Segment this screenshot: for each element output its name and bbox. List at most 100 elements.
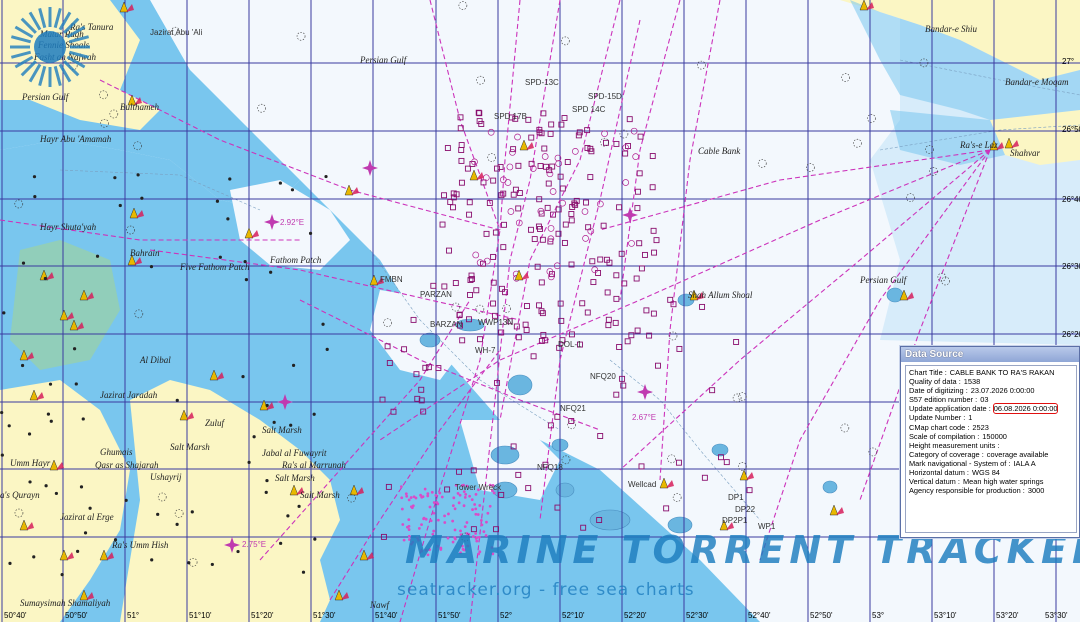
row-value-highlighted: 06.08.2026 0:00:00 xyxy=(992,403,1059,415)
latitude-label: 27° xyxy=(1062,57,1075,66)
row-key: Vertical datum : xyxy=(909,477,960,487)
row-key: Chart Title : xyxy=(909,368,947,377)
row-value: 23.07.2026 0:00:00 xyxy=(970,386,1035,396)
row-value: CABLE BANK TO RA'S RAKAN xyxy=(949,368,1055,377)
place-label-five-fathom: Five Fathom Patch xyxy=(180,262,250,272)
place-label-ras-umm-hish: Ra's Umm Hish xyxy=(112,540,169,550)
place-label-wellcad: Wellcad xyxy=(628,480,657,489)
watermark-sun-logo xyxy=(10,7,90,87)
row-key: Update application date : xyxy=(909,404,991,414)
row-key: Horizontal datum : xyxy=(909,468,969,478)
latitude-label: 26°40' xyxy=(1062,195,1080,204)
watermark-url: seatracker.org - free sea charts xyxy=(397,580,695,600)
place-label-dp22: DP22 xyxy=(735,505,756,514)
place-label-dol-1: DOL-1 xyxy=(558,340,582,349)
place-label-ushayrij: Ushayrij xyxy=(150,472,182,482)
row-key: Update Number : xyxy=(909,413,966,423)
longitude-label: 53°10' xyxy=(934,611,957,620)
place-label-shamaliyah: Sumaysimah Shamaliyah xyxy=(20,598,111,608)
data-source-row: Update application date :06.08.2026 0:00… xyxy=(909,403,1073,415)
row-key: Height measurement units : xyxy=(909,440,1000,450)
row-key: Mark navigational - System of : xyxy=(909,458,1011,468)
place-label-bulthameh: Bulthameh xyxy=(120,102,159,112)
place-label-qurayn: a's Qurayn xyxy=(0,490,40,500)
place-label-dp2p1: DP2P1 xyxy=(722,516,748,525)
longitude-label: 52°50' xyxy=(810,611,833,620)
place-label-nfq18: NFQ18 xyxy=(537,463,563,472)
place-label-jabal-fuwayrit: Jabal al Fuwayrit xyxy=(262,448,327,458)
place-label-tower-wreck: Tower Wreck xyxy=(455,483,502,492)
place-label-erge: Jazirat al Erge xyxy=(60,512,114,522)
data-source-panel[interactable]: Data Source Chart Title : CABLE BANK TO R… xyxy=(900,346,1080,538)
data-source-row: CMap chart code :2523 xyxy=(909,423,1073,432)
row-key: S57 edition number : xyxy=(909,395,978,405)
row-value: 1 xyxy=(968,413,973,423)
place-label-jazirat-jaradah: Jazirat Jaradah xyxy=(100,390,158,400)
row-value: coverage available xyxy=(986,449,1049,459)
place-label-spd-15: SPD-15D xyxy=(588,92,622,101)
data-source-row: Update Number :1 xyxy=(909,413,1073,422)
data-source-row: S57 edition number :03 xyxy=(909,395,1073,404)
data-source-row: Date of digitizing :23.07.2026 0:00:00 xyxy=(909,386,1073,395)
row-key: Quality of data : xyxy=(909,377,961,387)
place-label-spd-17b: SPD 17B xyxy=(494,112,527,121)
row-key: Scale of compilation : xyxy=(909,431,980,441)
data-source-row: Agency responsible for production :3000 xyxy=(909,486,1073,495)
row-value: WGS 84 xyxy=(971,468,1000,478)
place-label-wh-7: WH-7 xyxy=(475,346,496,355)
latitude-label: 26°20' xyxy=(1062,330,1080,339)
row-value: Mean high water springs xyxy=(962,477,1044,487)
place-label-persian-gulf: Persian Gulf xyxy=(860,275,907,285)
row-key: Category of coverage : xyxy=(909,449,984,459)
place-label-ras-marrunah: Ra's al Marrunah xyxy=(282,460,346,470)
longitude-label: 52°30' xyxy=(686,611,709,620)
magnetic-variation-label: 2.92°E xyxy=(280,218,305,227)
longitude-label: 51° xyxy=(127,611,140,620)
place-label-parzan: PARZAN xyxy=(420,290,452,299)
longitude-label: 53°30' xyxy=(1045,611,1068,620)
longitude-label: 50°50' xyxy=(65,611,88,620)
longitude-label: 51°50' xyxy=(438,611,461,620)
place-label-nfq21: NFQ21 xyxy=(560,404,586,413)
place-label-bandar-moqam: Bandar-e Moqam xyxy=(1005,77,1069,87)
place-label-persian-gulf: Persian Gulf xyxy=(360,55,407,65)
latitude-label: 26°30' xyxy=(1062,262,1080,271)
data-source-title[interactable]: Data Source xyxy=(901,347,1079,362)
place-label-dp1: DP1 xyxy=(728,493,744,502)
place-label-salt-marsh: Salt Marsh xyxy=(170,442,210,452)
place-label-bahrain: Bahrain xyxy=(130,248,160,258)
longitude-label: 52°40' xyxy=(748,611,771,620)
latitude-label: 26°50' xyxy=(1062,125,1080,134)
place-label-spd-13c: SPD-13C xyxy=(525,78,559,87)
place-label-salt-marsh: Salt Marsh xyxy=(275,473,315,483)
place-label-umm-hayr: Umm Hayr xyxy=(10,458,51,468)
longitude-label: 52° xyxy=(500,611,513,620)
place-label-shahvar: Shahvar xyxy=(1010,148,1040,158)
data-source-body: Chart Title : CABLE BANK TO RA'S RAKAN Qu… xyxy=(905,365,1077,533)
longitude-label: 50°40' xyxy=(4,611,27,620)
place-label-hayr-abu-amamah: Hayr Abu 'Amamah xyxy=(40,134,112,144)
longitude-label: 52°20' xyxy=(624,611,647,620)
watermark: MARINE TORRENT TRACKER seatracker.org - … xyxy=(305,528,1080,608)
place-label-abu-ali: Jazirat Abu 'Ali xyxy=(150,28,203,37)
longitude-label: 51°30' xyxy=(313,611,336,620)
nautical-chart[interactable]: Ra's Tanura Matar Rugh Fennie Shoals Fas… xyxy=(0,0,1080,622)
magnetic-variation-label: 2.67°E xyxy=(632,413,657,422)
place-label-cable-bank: Cable Bank xyxy=(698,146,741,156)
place-label-barzan: BARZAN xyxy=(430,320,463,329)
longitude-label: 51°40' xyxy=(375,611,398,620)
place-label-shajarah: Qasr as Shajarah xyxy=(95,460,159,470)
place-label-spd-14c: SPD 14C xyxy=(572,105,606,114)
magnetic-variation-label: 2.75°E xyxy=(242,540,267,549)
data-source-row: Horizontal datum : WGS 84 xyxy=(909,468,1073,477)
row-key: Agency responsible for production : xyxy=(909,486,1025,496)
row-key: CMap chart code : xyxy=(909,422,970,432)
longitude-label: 53° xyxy=(872,611,885,620)
place-label-salt-marsh: Salt Marsh xyxy=(262,425,302,435)
longitude-label: 52°10' xyxy=(562,611,585,620)
row-value: 3000 xyxy=(1027,486,1045,496)
data-source-row: Vertical datum : Mean high water springs xyxy=(909,477,1073,486)
place-label-ghumais: Ghumais xyxy=(100,447,133,457)
row-value: 2523 xyxy=(972,422,989,432)
place-label-fathom-patch: Fathom Patch xyxy=(270,255,322,265)
